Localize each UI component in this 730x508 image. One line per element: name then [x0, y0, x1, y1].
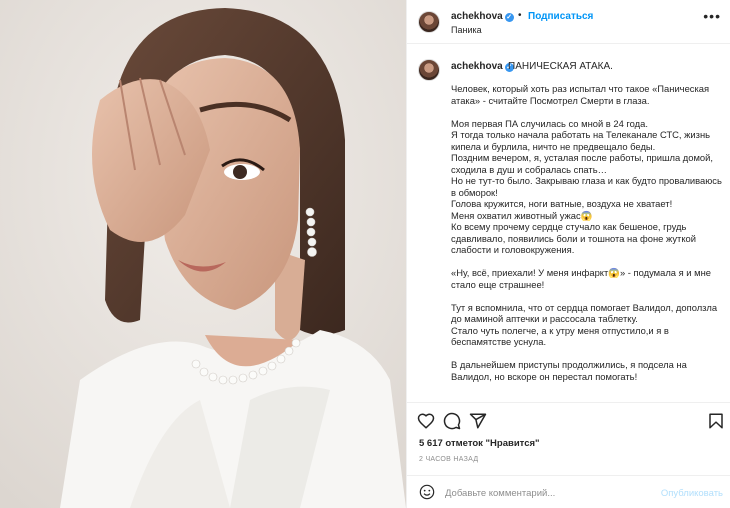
caption-title: ПАНИЧЕСКАЯ АТАКА.	[508, 61, 613, 72]
location-link[interactable]: Паника	[451, 25, 482, 35]
separator-dot: •	[518, 10, 522, 21]
likes-count[interactable]: 5 617 отметок "Нравится"	[419, 438, 540, 449]
caption-username-text[interactable]: achekhova	[451, 61, 503, 72]
username-text[interactable]: achekhova	[451, 11, 503, 22]
caption-username[interactable]: achekhova ✓	[451, 61, 514, 72]
post-photo[interactable]	[0, 0, 406, 508]
post-time[interactable]: 2 ЧАСОВ НАЗАД	[419, 456, 478, 463]
caption-text: Человек, который хоть раз испытал что та…	[451, 83, 722, 382]
header-username[interactable]: achekhova ✓	[451, 11, 514, 22]
verified-icon: ✓	[504, 13, 514, 22]
publish-button[interactable]: Опубликовать	[661, 488, 723, 499]
post-header: achekhova ✓ • Подписаться Паника •••	[407, 0, 730, 44]
share-icon[interactable]	[469, 412, 487, 430]
bookmark-icon[interactable]	[707, 412, 725, 430]
comment-input[interactable]	[445, 484, 655, 502]
post-image	[0, 0, 406, 508]
post-panel: achekhova ✓ • Подписаться Паника ••• ache…	[406, 0, 730, 508]
heart-icon[interactable]	[417, 412, 435, 430]
avatar[interactable]	[418, 11, 440, 33]
action-bar	[407, 406, 730, 436]
more-icon[interactable]: •••	[703, 8, 721, 24]
comment-bar: Опубликовать	[407, 475, 730, 508]
emoji-icon[interactable]	[419, 484, 435, 500]
comment-icon[interactable]	[443, 412, 461, 430]
caption-area[interactable]: achekhova ✓ ПАНИЧЕСКАЯ АТАКА. Человек, ко…	[407, 45, 730, 403]
follow-button[interactable]: Подписаться	[528, 11, 593, 22]
caption-avatar[interactable]	[418, 59, 440, 81]
